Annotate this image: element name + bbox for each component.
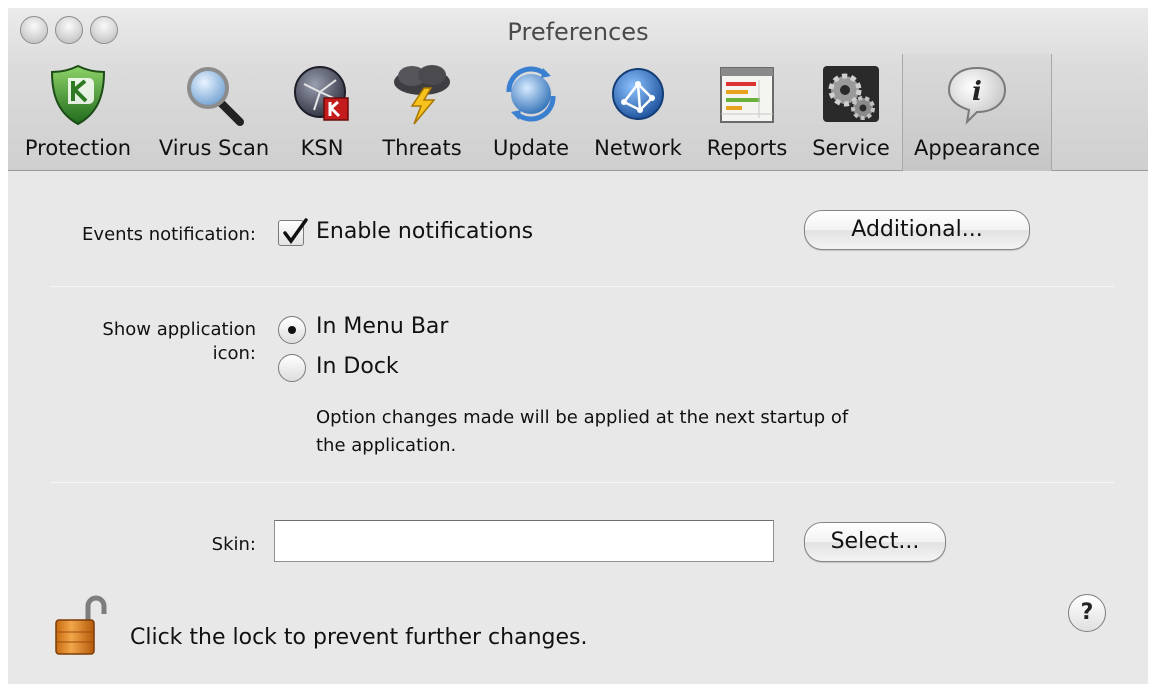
preferences-toolbar: Protection Virus Scan KSN Threats Update… [8, 54, 1148, 171]
separator [50, 286, 1114, 287]
enable-notifications-label[interactable]: Enable notifications [316, 219, 533, 244]
radio-in-menu-bar[interactable] [278, 316, 306, 344]
additional-button[interactable]: Additional... [804, 210, 1030, 250]
shield-icon [50, 64, 106, 126]
toolbar-item-threats[interactable]: Threats [370, 54, 474, 171]
info-bubble-icon: i [947, 66, 1007, 125]
network-globe-icon [612, 68, 664, 120]
toolbar-item-virus-scan[interactable]: Virus Scan [150, 54, 278, 171]
radio-in-dock[interactable] [278, 354, 306, 382]
toolbar-label-reports: Reports [706, 136, 788, 160]
toolbar-label-service: Service [812, 136, 890, 160]
checkmark-icon [283, 218, 308, 244]
show-application-icon-label: Show application icon: [28, 318, 256, 366]
svg-text:i: i [972, 77, 982, 107]
toolbar-label-update: Update [492, 136, 570, 160]
toolbar-item-update[interactable]: Update [482, 54, 580, 171]
gears-icon [823, 66, 879, 122]
unlocked-padlock-icon[interactable] [52, 592, 108, 658]
lock-instruction-text: Click the lock to prevent further change… [130, 625, 588, 650]
appearance-pane: Events notification: Enable notification… [8, 172, 1148, 684]
toolbar-label-protection: Protection [24, 136, 132, 160]
show-application-icon-label-line1: Show application [102, 319, 256, 340]
startup-note: Option changes made will be applied at t… [316, 404, 1016, 460]
toolbar-item-ksn[interactable]: KSN [280, 54, 364, 171]
ksn-globe-icon [294, 66, 349, 121]
select-skin-button[interactable]: Select... [804, 522, 946, 562]
preferences-window: Preferences Protection Virus Scan KSN Th… [8, 8, 1148, 684]
toolbar-label-virus-scan: Virus Scan [158, 136, 270, 160]
startup-note-line2: the application. [316, 435, 457, 456]
toolbar-label-threats: Threats [382, 136, 462, 160]
storm-cloud-icon [394, 65, 450, 125]
enable-notifications-checkbox[interactable] [278, 218, 308, 246]
toolbar-label-appearance: Appearance [913, 136, 1041, 160]
toolbar-item-service[interactable]: Service [804, 54, 898, 171]
report-chart-icon [720, 67, 774, 123]
separator [50, 482, 1114, 483]
toolbar-item-reports[interactable]: Reports [698, 54, 796, 171]
toolbar-item-protection[interactable]: Protection [8, 54, 148, 171]
toolbar-item-appearance[interactable]: i Appearance [902, 54, 1052, 171]
radio-selected-dot [288, 326, 296, 334]
toolbar-label-ksn: KSN [300, 136, 344, 160]
window-title: Preferences [507, 18, 649, 46]
toolbar-item-network[interactable]: Network [586, 54, 690, 171]
window-chrome: Preferences Protection Virus Scan KSN Th… [8, 8, 1148, 171]
in-menu-bar-label[interactable]: In Menu Bar [316, 314, 448, 339]
update-sphere-icon [506, 66, 556, 122]
in-dock-label[interactable]: In Dock [316, 354, 399, 379]
skin-path-field[interactable] [274, 520, 774, 562]
help-button[interactable]: ? [1068, 594, 1106, 632]
skin-label: Skin: [211, 534, 256, 555]
magnifier-icon [187, 67, 244, 126]
show-application-icon-label-line2: icon: [212, 343, 256, 364]
toolbar-label-network: Network [594, 136, 682, 160]
startup-note-line1: Option changes made will be applied at t… [316, 407, 849, 428]
events-notification-label: Events notification: [82, 224, 256, 245]
